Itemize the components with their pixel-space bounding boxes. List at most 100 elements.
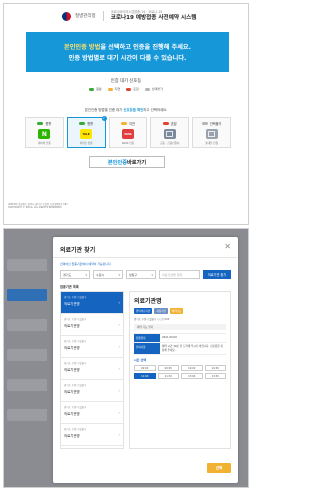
method-status-label: 혼잡 [170,122,177,126]
facility-list: 경기도 수원시 팔달구 의료기관명 › 경기도 수원시 팔달구 의료기관명 › 경기도 수원… [60,291,124,449]
facility-list-item[interactable]: 경기도 수원시 팔달구의료기관명 › [61,358,123,380]
time-slot[interactable]: 13:30 [204,373,226,379]
facility-item-region: 경기도 수원시 팔달구 [64,362,87,365]
time-slot[interactable]: 11:30 [157,373,179,379]
facility-item-name: 의료기관명 [64,434,80,438]
facility-search-button[interactable]: 의료기관 찾기 [203,270,231,279]
naver-icon: N [38,129,51,139]
info-value: 2021.00.00 [162,336,177,339]
method-status: 원활 [79,121,93,126]
region-select-province[interactable]: 경기도 ▾ [60,270,90,279]
method-status-label: 원활 [45,122,52,126]
pass-icon: PASS [121,129,134,139]
legend-item: 지연 [107,87,121,91]
background-block [7,379,47,391]
legend-item: 원활 [89,87,102,91]
background-block [7,349,47,361]
facility-item-name: 의료기관명 [64,324,80,328]
header-titles: 코로나바이러스감염증-19 · 코로나-19 코로나19 예방접종 사전예약 시… [111,11,197,21]
region-select-city[interactable]: 수원시 ▾ [93,270,123,279]
method-status-label: 지연 [129,122,135,126]
facility-item-name: 의료기관명 [64,390,80,394]
icon-glyph: N [41,130,47,138]
legend-label: 혼잡 [133,87,139,91]
auth-method-option[interactable]: 혼잡공동 · 금융인증서 [150,117,190,148]
facility-item-region: 경기도 수원시 팔달구 [64,384,87,387]
facility-list-item[interactable]: 경기도 수원시 팔달구 의료기관명 › [61,314,123,336]
facility-name-input[interactable]: 의료기관명 입력 [159,270,200,279]
auth-shortcut-button[interactable]: 본인인증 바로가기 [89,156,165,168]
method-status-label: 원활 [87,122,94,126]
facility-item-name: 의료기관명 [64,368,80,372]
time-slot[interactable]: 09:00 [134,365,156,371]
auth-method-option[interactable]: 원활 TALK 카카오 인증 ✓ [66,116,107,148]
status-dot-icon [79,122,86,125]
time-slot[interactable]: 10:00 [181,365,203,371]
facility-list-item[interactable]: 경기도 수원시 팔달구 의료기관명 › [61,380,123,402]
time-section-title: 시간 선택 [134,358,147,362]
chevron-right-icon: › [118,366,120,371]
modal-hint: 선택하신 접종기관에서 예약이 가능합니다. [60,262,112,266]
close-icon[interactable]: ✕ [224,242,231,251]
facility-item-region: 경기도 수원시 팔달구 [64,406,87,409]
background-block [7,409,47,421]
chevron-down-icon: ▾ [118,272,120,277]
banner-highlight: 본인인증 방법 [64,44,101,51]
region-select-district[interactable]: 팔달구 ▾ [126,270,156,279]
facility-detail-panel: 의료기관명 위탁의료기관 지정기관 예약가능 경기도 수원시 팔달구 ○○로 0… [129,291,231,449]
header-divider [102,11,104,21]
government-emblem-icon [62,11,71,21]
facility-tag: 지정기관 [154,308,168,314]
status-dot-icon [201,122,208,125]
facility-name: 의료기관명 [134,298,162,305]
facility-list-item[interactable]: 경기도 수원시 팔달구 의료기관명 › [61,336,123,358]
facility-tags: 위탁의료기관 지정기관 예약가능 [134,308,226,314]
facility-list-item[interactable]: 경기도 수원시 팔달구의료기관명 › [61,402,123,424]
wait-status-legend: 원활 지연 혼잡 선택불가 [4,87,248,91]
search-filters: 경기도 ▾ 수원시 ▾ 팔달구 ▾ 의료기관명 입력 의료기관 찾기 [60,270,231,279]
wait-status-title: 인증 대기 신호등 [110,79,142,84]
status-dot-icon [121,122,128,125]
select-confirm-button[interactable]: 선택 [207,463,231,473]
kakao-talk-icon: TALK [80,129,93,139]
facility-search-screen: 의료기관 찾기 ✕ 선택하신 접종기관에서 예약이 가능합니다. 경기도 ▾ 수원… [3,228,249,488]
checkmark-icon: ✓ [101,116,107,121]
facility-item-region: 경기도 수원시 팔달구 [64,428,87,431]
shortcut-highlight: 본인인증 [107,159,127,166]
legend-item: 혼잡 [126,87,139,91]
facility-list-item[interactable]: 경기도 수원시 팔달구 의료기관명 › [61,292,123,314]
facility-item-name: 의료기관명 [64,346,80,350]
facility-list-item[interactable]: 경기도 수원시 팔달구의료기관명 › [61,424,123,446]
time-slot[interactable]: 10:30 [204,365,226,371]
time-slot[interactable]: 13:00 [181,373,203,379]
auth-method-option[interactable]: 원활 N 네이버 인증 [25,117,64,148]
facility-item-name: 의료기관명 [64,412,80,416]
method-status: 선택불가 [201,121,222,126]
method-label: 휴대폰 인증 [205,142,218,145]
auth-method-option[interactable]: 선택불가휴대폰 인증 [192,117,231,148]
status-dot-icon [162,122,169,125]
region-select-district-value: 팔달구 [129,272,138,277]
modal-title: 의료기관 찾기 [60,247,96,254]
guide-suffix: 하고 선택하세요. [143,108,168,112]
chevron-right-icon: › [118,432,120,437]
facility-item-region: 경기도 수원시 팔달구 [64,296,87,299]
method-label: 네이버 인증 [38,142,51,145]
background-block [7,319,47,331]
legend-label: 지연 [114,87,121,91]
selection-guide: 본인인증 방법별 인증 대기 신호등을 확인하고 선택하세요. [4,107,248,112]
legend-label: 원활 [96,87,102,91]
site-footer: (28159) 충청북도 청주시 흥덕구 오송읍 오송생명2로 187 COPY… [8,203,68,210]
time-slot[interactable]: 09:30 [157,365,179,371]
method-status: 혼잡 [162,121,177,126]
region-select-city-value: 수원시 [96,272,105,277]
time-slot[interactable]: 11:00 [134,373,156,379]
facility-address: 경기도 수원시 팔달구 ○○로 000 [134,318,170,321]
chevron-right-icon: › [118,410,120,415]
auth-method-option[interactable]: 지연 PASS PASS 인증 [108,117,148,148]
guide-prefix: 본인인증 방법별 인증 대기 [84,108,124,112]
phone-icon [205,129,218,139]
modal-divider [53,257,238,258]
method-status-label: 선택불가 [209,122,222,126]
method-label: 공동 · 금융인증서 [160,142,180,145]
